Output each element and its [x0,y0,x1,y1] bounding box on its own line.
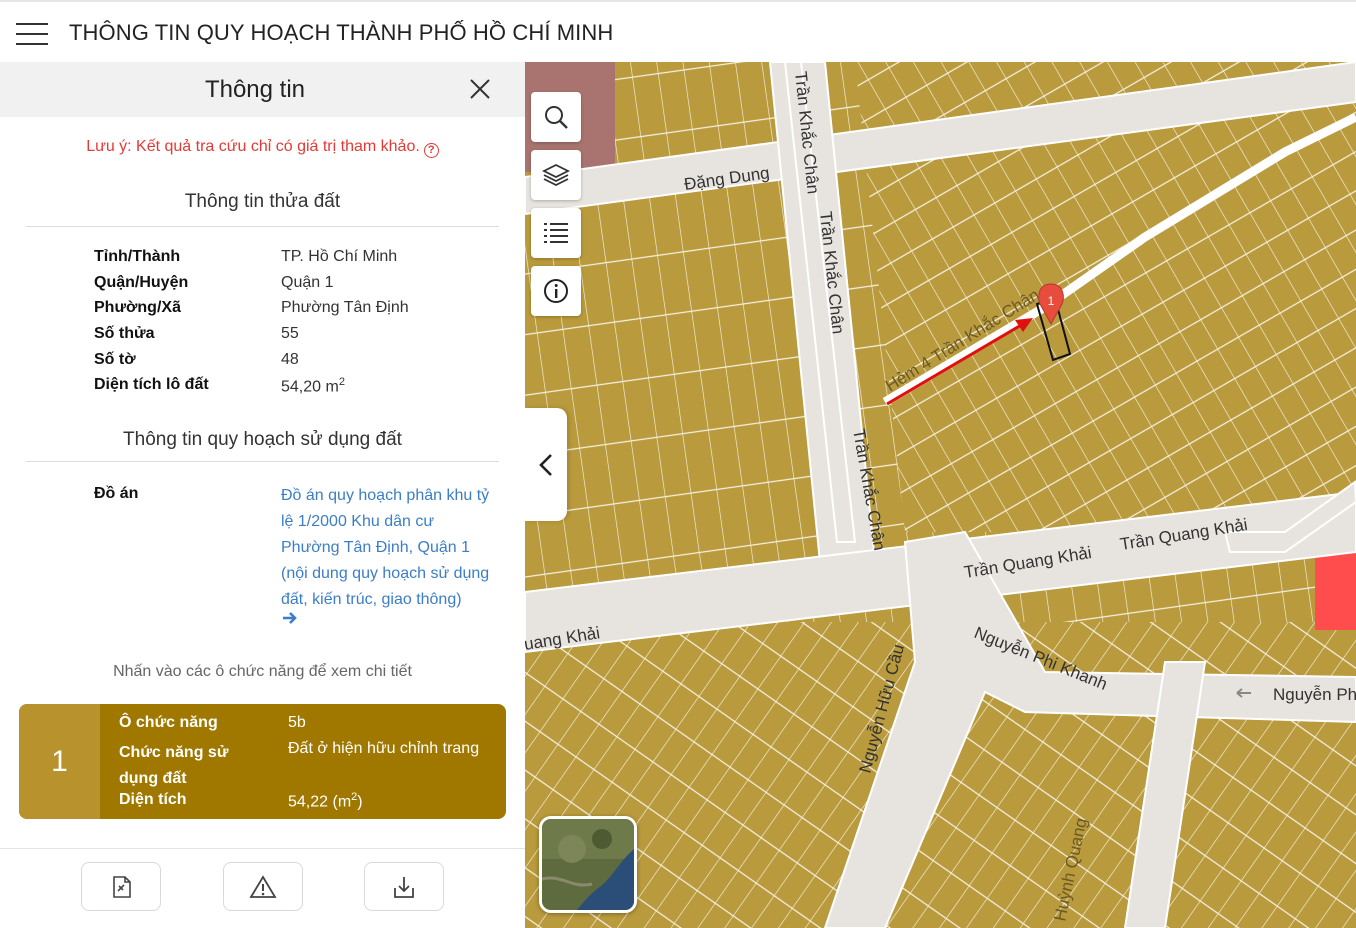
info-icon[interactable] [531,266,581,316]
zone-card[interactable]: 1 Ô chức năng 5b Chức năng sử dụng đất Đ… [19,704,506,819]
close-icon[interactable] [469,78,491,100]
zone-number: 1 [19,704,100,819]
land-section-title: Thông tin thửa đất [184,191,341,212]
zone-area-number: 54,22 (m [288,793,352,811]
zone-value: 5b [288,714,306,731]
help-icon[interactable]: ? [423,143,439,158]
arrow-right-icon[interactable] [282,610,302,630]
map-drawing: Đặng Dung Trần Khắc Chân Trần Khắc Chân … [525,62,1356,928]
plan-section-title: Thông tin quy hoạch sử dụng đất [123,429,402,450]
land-info-label: Diện tích lô đất [94,376,209,393]
land-info-value: 48 [281,351,299,368]
hamburger-icon[interactable] [16,23,48,45]
warning-icon[interactable] [223,862,303,911]
panel-header: Thông tin [0,62,525,117]
list-icon[interactable] [531,208,581,258]
zone-label: Diện tích [119,791,187,808]
map-toolbar [531,92,581,324]
search-icon[interactable] [531,92,581,142]
land-info-value: 55 [281,325,299,342]
land-info-label: Quận/Huyện [94,274,189,291]
disclaimer-text: Lưu ý: Kết quả tra cứu chỉ có giá trị th… [86,138,420,155]
layers-icon[interactable] [531,150,581,200]
hint-text: Nhấn vào các ô chức năng để xem chi tiết [113,663,412,680]
plan-link[interactable]: Đồ án quy hoạch phân khu tỷ lệ 1/2000 Kh… [281,483,496,613]
chevron-left-icon[interactable] [525,408,567,521]
map-canvas[interactable]: Đặng Dung Trần Khắc Chân Trần Khắc Chân … [525,62,1356,928]
land-area-value: 54,20 m2 [281,376,345,396]
marker-label: 1 [1048,294,1055,308]
disclaimer-note: Lưu ý: Kết quả tra cứu chỉ có giá trị th… [0,138,525,158]
top-bar: THÔNG TIN QUY HOẠCH THÀNH PHỐ HỒ CHÍ MIN… [0,0,1356,62]
land-info-label: Số thửa [94,325,155,342]
download-icon[interactable] [364,862,444,911]
basemap-toggle[interactable] [539,816,637,913]
land-info-label: Phường/Xã [94,299,181,316]
street-label: Nguyễn Ph [1273,685,1356,704]
divider [26,461,499,462]
app-title: THÔNG TIN QUY HOẠCH THÀNH PHỐ HỒ CHÍ MIN… [69,20,614,45]
land-area-number: 54,20 m [281,378,339,396]
land-info-label: Tỉnh/Thành [94,248,181,265]
land-area-sup: 2 [338,376,345,388]
plan-label: Đồ án [94,485,139,502]
zone-value: Đất ở hiện hữu chỉnh trang [288,740,480,757]
land-info-label: Số tờ [94,351,136,368]
zone-label: Chức năng sử dụng đất [119,744,229,787]
panel-footer [0,848,525,928]
zone-area-value: 54,22 (m2) [288,791,363,811]
zone-label: Ô chức năng [119,714,218,731]
panel-title: Thông tin [204,76,306,103]
document-icon[interactable] [81,862,161,911]
divider [26,226,499,227]
land-info-value: TP. Hồ Chí Minh [281,248,398,265]
zone-area-suffix: ) [357,793,363,811]
land-info-value: Quận 1 [281,274,334,291]
info-panel: Thông tin Lưu ý: Kết quả tra cứu chỉ có … [0,62,525,928]
land-info-value: Phường Tân Định [281,299,409,316]
